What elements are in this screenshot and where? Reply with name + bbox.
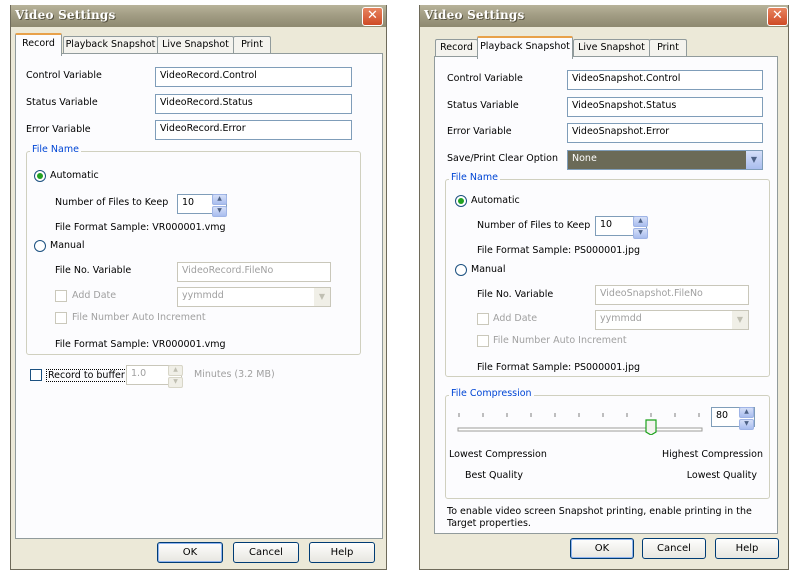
format-sample-manual: File Format Sample: VR000001.vmg — [55, 339, 226, 350]
date-format-select[interactable]: yymmdd ▼ — [177, 287, 331, 307]
buffer-spinner[interactable]: ▲ ▼ — [168, 365, 183, 388]
status-variable-label: Status Variable — [26, 97, 98, 108]
file-no-input[interactable]: VideoRecord.FileNo — [177, 262, 331, 282]
status-variable-input[interactable]: VideoRecord.Status — [155, 94, 352, 114]
spin-down-icon[interactable]: ▼ — [633, 228, 648, 239]
compression-slider[interactable] — [457, 405, 705, 436]
format-sample-auto: File Format Sample: PS000001.jpg — [477, 245, 640, 256]
status-variable-label: Status Variable — [447, 100, 519, 111]
title-bar[interactable]: Video Settings ✕ — [11, 5, 386, 27]
close-icon: ✕ — [367, 8, 378, 23]
spin-down-icon[interactable]: ▼ — [168, 377, 183, 388]
file-no-label: File No. Variable — [55, 265, 132, 276]
auto-increment-checkbox[interactable] — [55, 312, 67, 324]
spin-up-icon[interactable]: ▲ — [739, 407, 754, 418]
ok-button[interactable]: OK — [570, 538, 634, 559]
close-button[interactable]: ✕ — [362, 7, 383, 26]
spin-up-icon[interactable]: ▲ — [168, 365, 183, 376]
error-variable-label: Error Variable — [447, 126, 512, 137]
error-variable-input[interactable]: VideoRecord.Error — [155, 120, 352, 140]
auto-increment-label[interactable]: File Number Auto Increment — [493, 335, 627, 346]
date-format-value: yymmdd — [600, 313, 642, 324]
file-no-label: File No. Variable — [477, 289, 554, 300]
automatic-radio[interactable] — [455, 195, 467, 207]
control-variable-label: Control Variable — [447, 73, 523, 84]
chevron-down-icon[interactable]: ▼ — [746, 151, 762, 169]
dialog-title: Video Settings — [424, 8, 525, 22]
dialog-title: Video Settings — [15, 8, 116, 22]
file-name-group — [445, 179, 770, 377]
error-variable-input[interactable]: VideoSnapshot.Error — [567, 123, 763, 143]
buffer-unit-label: Minutes (3.2 MB) — [194, 369, 275, 380]
manual-radio[interactable] — [455, 264, 467, 276]
tab-record[interactable]: Record — [15, 33, 62, 56]
video-settings-dialog-playback-snapshot: Video Settings ✕ Record Playback Snapsho… — [419, 5, 789, 570]
spin-down-icon[interactable]: ▼ — [739, 419, 754, 430]
add-date-label[interactable]: Add Date — [493, 313, 537, 324]
automatic-radio[interactable] — [34, 170, 46, 182]
help-button[interactable]: Help — [309, 542, 375, 563]
video-settings-dialog-record: Video Settings ✕ Record Playback Snapsho… — [10, 5, 387, 570]
clear-option-label: Save/Print Clear Option — [447, 153, 558, 164]
add-date-checkbox[interactable] — [477, 313, 489, 325]
ok-button[interactable]: OK — [157, 542, 223, 563]
cancel-button[interactable]: Cancel — [642, 538, 706, 559]
lowest-compression-label: Lowest Compression — [449, 449, 547, 460]
slider-thumb[interactable] — [645, 419, 657, 436]
date-format-select[interactable]: yymmdd ▼ — [595, 310, 749, 330]
compression-spinner[interactable]: ▲ ▼ — [739, 407, 754, 430]
file-name-group — [26, 151, 361, 355]
manual-radio[interactable] — [34, 240, 46, 252]
chevron-down-icon[interactable]: ▼ — [732, 311, 748, 329]
file-name-legend: File Name — [449, 172, 500, 183]
file-no-input[interactable]: VideoSnapshot.FileNo — [595, 285, 749, 305]
file-compression-legend: File Compression — [449, 388, 534, 399]
control-variable-input[interactable]: VideoSnapshot.Control — [567, 70, 763, 90]
best-quality-label: Best Quality — [465, 470, 524, 481]
spin-up-icon[interactable]: ▲ — [212, 194, 227, 205]
automatic-label[interactable]: Automatic — [471, 195, 520, 206]
tab-panel: Control Variable VideoSnapshot.Control S… — [434, 56, 778, 534]
add-date-label[interactable]: Add Date — [72, 290, 116, 301]
date-format-value: yymmdd — [182, 290, 224, 301]
automatic-label[interactable]: Automatic — [50, 170, 99, 181]
highest-compression-label: Highest Compression — [661, 449, 763, 460]
spin-down-icon[interactable]: ▼ — [212, 206, 227, 217]
cancel-button[interactable]: Cancel — [233, 542, 299, 563]
help-button[interactable]: Help — [715, 538, 779, 559]
clear-option-select[interactable]: None ▼ — [567, 150, 763, 170]
format-sample-auto: File Format Sample: VR000001.vmg — [55, 222, 226, 233]
clear-option-value: None — [572, 153, 597, 164]
tab-panel: Control Variable VideoRecord.Control Sta… — [15, 53, 383, 539]
auto-increment-checkbox[interactable] — [477, 335, 489, 347]
manual-label[interactable]: Manual — [471, 264, 506, 275]
control-variable-label: Control Variable — [26, 70, 102, 81]
title-bar[interactable]: Video Settings ✕ — [420, 5, 788, 27]
tab-playback-snapshot[interactable]: Playback Snapshot — [477, 36, 573, 59]
num-files-label: Number of Files to Keep — [55, 197, 169, 208]
close-icon: ✕ — [772, 8, 783, 23]
auto-increment-label[interactable]: File Number Auto Increment — [72, 312, 206, 323]
record-to-buffer-label[interactable]: Record to buffer — [46, 369, 127, 382]
manual-label[interactable]: Manual — [50, 240, 85, 251]
num-files-spinner[interactable]: ▲ ▼ — [212, 194, 227, 217]
record-to-buffer-checkbox[interactable] — [30, 369, 42, 381]
spin-up-icon[interactable]: ▲ — [633, 216, 648, 227]
num-files-label: Number of Files to Keep — [477, 220, 591, 231]
error-variable-label: Error Variable — [26, 124, 91, 135]
close-button[interactable]: ✕ — [767, 7, 788, 26]
chevron-down-icon[interactable]: ▼ — [314, 288, 330, 306]
format-sample-manual: File Format Sample: PS000001.jpg — [477, 362, 640, 373]
control-variable-input[interactable]: VideoRecord.Control — [155, 67, 352, 87]
num-files-spinner[interactable]: ▲ ▼ — [633, 216, 648, 239]
lowest-quality-label: Lowest Quality — [686, 470, 757, 481]
add-date-checkbox[interactable] — [55, 290, 67, 302]
file-name-legend: File Name — [30, 144, 81, 155]
print-note: To enable video screen Snapshot printing… — [447, 506, 752, 529]
slider-track[interactable] — [457, 405, 705, 436]
status-variable-input[interactable]: VideoSnapshot.Status — [567, 97, 763, 117]
